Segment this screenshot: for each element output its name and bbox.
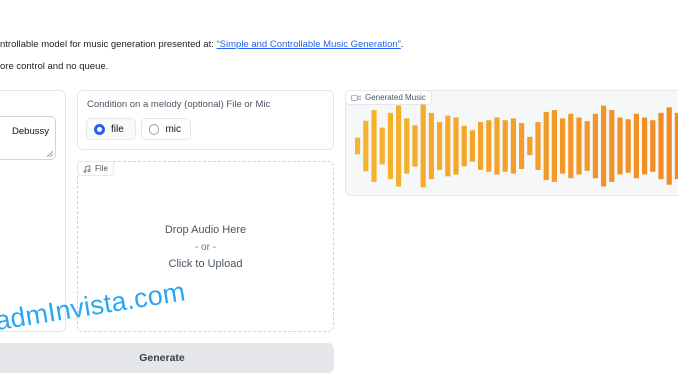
intro-line-1: ntrollable model for music generation pr…: [0, 39, 217, 50]
waveform-bar: [617, 117, 623, 175]
or-text: - or -: [194, 242, 217, 253]
waveform-bar: [469, 130, 475, 162]
file-block-label: File: [77, 161, 114, 176]
waveform-bar: [625, 119, 631, 173]
waveform-bar: [666, 107, 672, 185]
intro-text: ntrollable model for music generation pr…: [0, 39, 403, 50]
generate-button[interactable]: Generate: [0, 343, 334, 373]
waveform-bar: [379, 127, 385, 165]
file-label-text: File: [95, 164, 108, 173]
waveform-bar: [428, 112, 434, 180]
radio-checked-icon: [94, 123, 105, 135]
waveform-bar: [633, 113, 639, 179]
waveform: [355, 104, 678, 188]
radio-mic-label: mic: [165, 123, 181, 135]
waveform-bar: [437, 122, 443, 170]
waveform-bar: [642, 117, 648, 175]
waveform-bar: [535, 122, 541, 170]
drop-instructions: Drop Audio Here - or - Click to Upload: [78, 222, 333, 273]
drop-audio-text: Drop Audio Here: [164, 224, 247, 236]
waveform-bar: [510, 118, 516, 174]
prompt-textarea[interactable]: Debussy: [0, 116, 56, 160]
intro-line-1-end: .: [400, 39, 404, 50]
waveform-bar: [478, 122, 484, 170]
waveform-bar: [420, 104, 426, 188]
waveform-bar: [445, 115, 451, 177]
prompt-value: Debussy: [12, 126, 49, 137]
music-note-icon: [83, 164, 91, 173]
waveform-bar: [543, 111, 549, 181]
waveform-bar: [568, 113, 574, 179]
waveform-bar: [355, 137, 361, 155]
melody-condition-panel: Condition on a melody (optional) File or…: [77, 90, 334, 150]
radio-file-label: file: [111, 123, 124, 135]
radio-unchecked-icon: [149, 123, 160, 135]
waveform-bar: [502, 120, 508, 172]
waveform-bar: [494, 117, 500, 175]
waveform-bar: [592, 113, 598, 179]
resize-handle-icon[interactable]: [47, 151, 53, 157]
radio-file[interactable]: file: [86, 118, 136, 140]
waveform-bar: [584, 121, 590, 171]
waveform-bar: [396, 105, 402, 187]
waveform-bar: [412, 125, 418, 167]
waveform-bar: [527, 136, 533, 156]
waveform-bar: [453, 117, 459, 175]
waveform-bar: [601, 105, 607, 187]
waveform-bar: [560, 118, 566, 174]
intro-line-2: ore control and no queue.: [0, 61, 109, 72]
waveform-bar: [658, 112, 664, 180]
waveform-bar: [461, 125, 467, 167]
paper-link[interactable]: “Simple and Controllable Music Generatio…: [217, 39, 401, 50]
waveform-bar: [404, 118, 410, 174]
melody-condition-label: Condition on a melody (optional) File or…: [87, 99, 271, 110]
waveform-bar: [519, 123, 525, 169]
waveform-bar: [576, 117, 582, 175]
waveform-bar: [387, 112, 393, 180]
waveform-bar: [371, 110, 377, 182]
waveform-bar: [609, 110, 615, 182]
waveform-bar: [486, 120, 492, 172]
waveform-bar: [551, 110, 557, 182]
radio-mic[interactable]: mic: [141, 118, 191, 140]
click-to-upload-text: Click to Upload: [168, 258, 243, 270]
waveform-bar: [363, 120, 369, 172]
waveform-bar: [650, 120, 656, 172]
